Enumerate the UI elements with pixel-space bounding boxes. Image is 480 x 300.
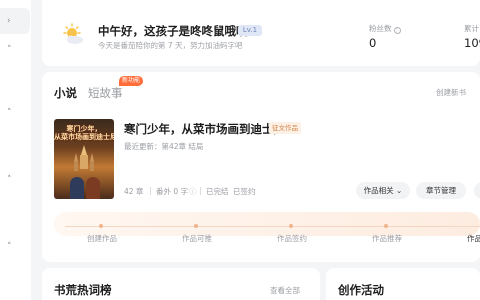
progress-dot bbox=[99, 224, 103, 228]
tab-novel[interactable]: 小说 bbox=[54, 85, 77, 101]
sun-icon bbox=[63, 23, 83, 44]
cover-title-line: 寒门少年， bbox=[66, 125, 102, 133]
info-icon[interactable]: ! bbox=[393, 27, 401, 34]
book-cover[interactable]: 寒门少年， 从菜市场画到迪士尼 bbox=[54, 119, 114, 199]
book-title[interactable]: 寒门少年，从菜市场画到迪士尼 bbox=[124, 121, 285, 137]
figure-illustration bbox=[86, 177, 100, 199]
progress-step-active: 作品 bbox=[467, 234, 480, 243]
castle-illustration bbox=[74, 145, 94, 171]
progress-step: 作品签约 bbox=[277, 234, 307, 243]
progress-dot bbox=[384, 224, 388, 228]
chevron-down-icon[interactable]: ˄ bbox=[7, 108, 12, 118]
progress-step: 创建作品 bbox=[87, 234, 117, 243]
chevron-down-icon[interactable]: ˄ bbox=[7, 242, 12, 252]
cover-title-line: 从菜市场画到迪士尼 bbox=[54, 133, 114, 141]
chapter-manage-button[interactable]: 章节管理 bbox=[416, 182, 466, 199]
progress-line bbox=[65, 226, 480, 227]
greeting-subtitle: 今天是番茄陪你的第 7 天，努力加油码字吧 bbox=[98, 41, 243, 50]
hot-words-title: 书荒热词榜 bbox=[54, 283, 112, 297]
chevron-right-icon[interactable]: › bbox=[7, 16, 11, 26]
greeting-title: 中午好，这孩子是咚咚鼠哦喵 bbox=[98, 24, 248, 38]
status-finished: 已完结 bbox=[206, 187, 229, 196]
see-all-link[interactable]: 查看全部 bbox=[270, 285, 300, 296]
progress-dot bbox=[289, 224, 293, 228]
chapter-count: 42 章 bbox=[124, 187, 144, 196]
sidebar-item-active[interactable] bbox=[0, 8, 30, 34]
status-signed: 已签约 bbox=[233, 187, 256, 196]
tab-short-story[interactable]: 短故事 bbox=[88, 85, 123, 101]
info-icon[interactable]: ⓘ bbox=[189, 186, 197, 197]
new-feature-badge: 新功能 bbox=[119, 76, 144, 86]
level-badge: Lv.1 bbox=[238, 25, 262, 36]
figure-illustration bbox=[70, 177, 84, 199]
divider bbox=[150, 187, 151, 195]
total-value: 109 bbox=[464, 36, 480, 50]
divider bbox=[200, 187, 201, 195]
latest-update: 最近更新：第42章 结局 bbox=[124, 142, 204, 151]
fans-value: 0 bbox=[369, 36, 377, 50]
progress-step: 作品推荐 bbox=[372, 234, 402, 243]
chevron-down-icon[interactable]: ˄ bbox=[7, 175, 12, 185]
extra-words: 番外 0 字 bbox=[156, 187, 189, 196]
chevron-down-icon[interactable]: ˄ bbox=[7, 45, 12, 55]
chevron-down-icon: ⌄ bbox=[396, 186, 403, 195]
progress-step: 作品可推 bbox=[182, 234, 212, 243]
create-book-link[interactable]: 创建新书 bbox=[436, 87, 466, 98]
sidebar: › ˄ ˄ ˄ ˄ bbox=[0, 0, 31, 300]
progress-track bbox=[54, 212, 480, 236]
fans-label: 粉丝数! bbox=[369, 23, 401, 34]
creation-activity-title: 创作活动 bbox=[338, 283, 384, 297]
total-label: 累计 bbox=[464, 24, 479, 33]
contest-tag: 征文作品 bbox=[269, 122, 301, 134]
book-related-button[interactable]: 作品相关 ⌄ bbox=[356, 182, 410, 199]
progress-dot bbox=[194, 224, 198, 228]
